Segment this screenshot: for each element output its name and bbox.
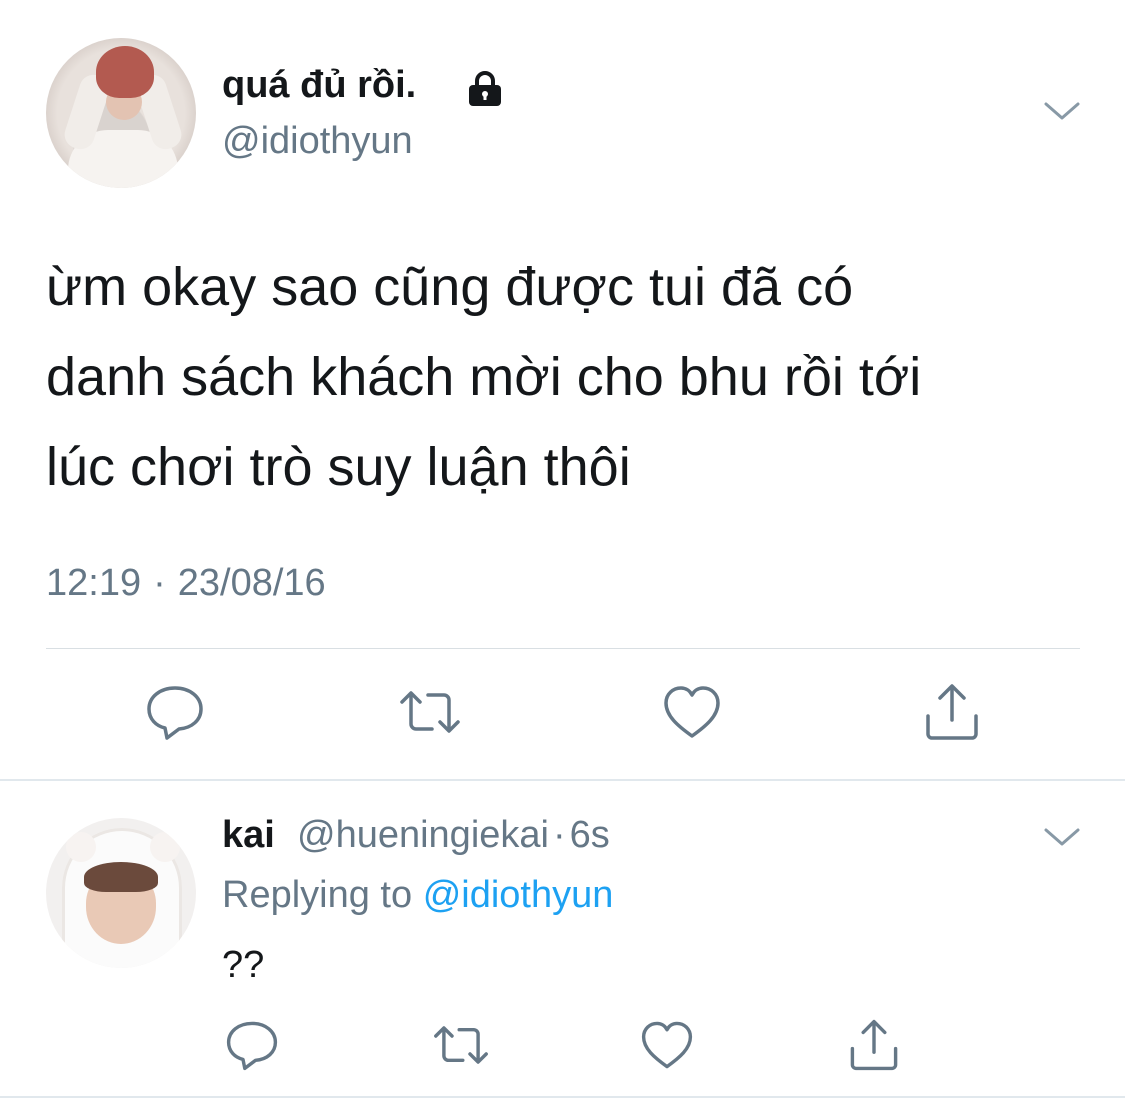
avatar[interactable]: [46, 38, 196, 188]
chevron-down-icon[interactable]: [1040, 822, 1084, 852]
like-icon[interactable]: [660, 682, 724, 742]
reply-icon[interactable]: [223, 1018, 281, 1072]
reply-avatar[interactable]: [46, 818, 196, 968]
tweet-text-line: danh sách khách mời cho bhu rồi tới: [46, 347, 922, 407]
share-icon[interactable]: [920, 682, 984, 742]
tweet-date: 23/08/16: [177, 562, 326, 604]
reply-text: ??: [222, 944, 265, 986]
section-divider: [0, 779, 1125, 781]
replying-to-label: Replying to: [222, 874, 413, 916]
tweet-time: 12:19: [46, 562, 142, 604]
share-icon[interactable]: [845, 1018, 903, 1072]
reply-handle[interactable]: @hueningiekai: [297, 814, 549, 856]
divider: [46, 648, 1080, 649]
like-icon[interactable]: [638, 1018, 696, 1072]
reply-display-name[interactable]: kai: [222, 814, 275, 857]
retweet-icon[interactable]: [432, 1018, 490, 1072]
display-name[interactable]: quá đủ rồi.: [222, 64, 416, 107]
reply-handle-line: @hueningiekai · 6s: [297, 814, 610, 857]
retweet-icon[interactable]: [398, 682, 462, 742]
replying-to-link[interactable]: @idiothyun: [423, 874, 614, 916]
chevron-down-icon[interactable]: [1040, 96, 1084, 126]
user-handle[interactable]: @idiothyun: [222, 120, 413, 163]
tweet-text-line: lúc chơi trò suy luận thôi: [46, 437, 631, 497]
tweet-text: ừm okay sao cũng được tui đã có danh sác…: [46, 242, 1086, 512]
reply-age: 6s: [569, 814, 610, 856]
lock-icon: [465, 68, 505, 108]
tweet-text-line: ừm okay sao cũng được tui đã có: [46, 257, 854, 317]
separator: ·: [552, 814, 566, 856]
section-divider: [0, 1096, 1125, 1098]
tweet-timestamp[interactable]: 12:19 · 23/08/16: [46, 562, 326, 605]
separator: ·: [153, 562, 166, 604]
reply-icon[interactable]: [143, 682, 207, 742]
replying-to-line: Replying to @idiothyun: [222, 874, 613, 917]
